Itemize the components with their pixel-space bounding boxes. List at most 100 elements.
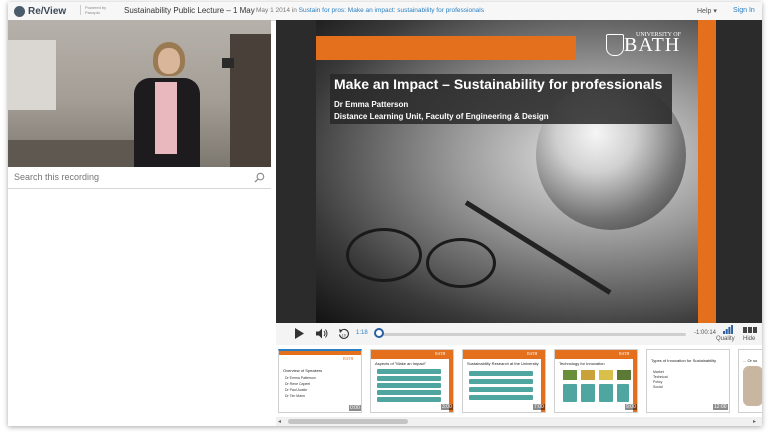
hide-thumbnails-icon[interactable]: [743, 327, 757, 333]
thumb-title: Types of Innovation for Sustainability: [651, 358, 717, 363]
viewer-window: Re/View Powered by Panopto Sustainabilit…: [8, 2, 762, 426]
thumb-line: Dr Paul Austin: [285, 388, 308, 392]
thumb-title: Sustainability Research at the Universit…: [467, 361, 539, 366]
scroll-right-icon[interactable]: ▸: [753, 418, 756, 425]
main-video-area[interactable]: UNIVERSITY OF BATH Make an Impact – Sust…: [276, 20, 762, 323]
background-door: [230, 34, 271, 167]
slide-thumbnail[interactable]: BATH Technology for Innovation 9:00: [554, 349, 638, 413]
hide-label[interactable]: Hide: [743, 336, 755, 342]
thumb-title: Aspects of "Make an Impact": [375, 361, 427, 366]
rewind-10-icon[interactable]: 10: [338, 328, 350, 340]
slide-thumbnail[interactable]: BATH Overview of Speakers Dr Emma Patter…: [278, 349, 362, 413]
slide-orange-band: [316, 36, 576, 60]
review-logo-icon: [14, 5, 25, 17]
slide-title: Make an Impact – Sustainability for prof…: [334, 76, 663, 92]
quality-label[interactable]: Quality: [716, 336, 735, 342]
folder-link[interactable]: Sustain for pros: Make an impact: sustai…: [299, 7, 484, 14]
background-screen: [8, 40, 56, 110]
thumb-logo: BATH: [343, 356, 354, 361]
slide-thumbnail[interactable]: BATH Aspects of "Make an Impact" 3:00: [370, 349, 454, 413]
thumb-time: 0:00: [349, 405, 361, 411]
thumb-title: ... Or so: [743, 358, 758, 363]
thumb-title: Technology for Innovation: [559, 361, 605, 366]
slide-display: UNIVERSITY OF BATH Make an Impact – Sust…: [316, 20, 716, 323]
thumb-line: Social: [653, 385, 663, 389]
volume-icon[interactable]: [316, 328, 328, 339]
thumb-line: Dr Tim Mann: [285, 394, 306, 398]
session-title: Sustainability Public Lecture – 1 May: [124, 6, 255, 15]
search-bar: [8, 167, 271, 189]
thumbnail-scrollbar[interactable]: ◂ ▸: [276, 417, 762, 426]
glasses-image-right: [426, 238, 496, 288]
slide-author: Dr Emma Patterson: [334, 100, 409, 109]
thumb-photo: [581, 370, 595, 380]
thumb-bar: [469, 371, 533, 376]
thumb-bar: [377, 390, 441, 395]
search-input[interactable]: [14, 170, 244, 184]
timeline-handle[interactable]: [374, 328, 384, 338]
thumb-logo: BATH: [619, 351, 630, 356]
thumb-logo: BATH: [435, 351, 446, 356]
university-crest-icon: [606, 34, 624, 56]
thumb-line: Policy: [653, 380, 663, 384]
powered-by-panopto: Powered by Panopto: [80, 5, 115, 15]
thumb-line: Dr Emma Patterson: [285, 376, 316, 380]
thumb-bar: [377, 383, 441, 388]
thumb-line: Market: [653, 370, 664, 374]
current-time: 1:18: [356, 330, 368, 336]
thumb-bar: [469, 395, 533, 400]
thumb-bar: [617, 384, 629, 402]
slide-orange-stripe: [698, 20, 716, 323]
playback-controls: 10 1:18 -1:00:14 Quality Hide: [276, 323, 762, 346]
university-logo: BATH: [624, 34, 681, 56]
scroll-left-icon[interactable]: ◂: [278, 418, 281, 425]
thumb-title: Overview of Speakers: [283, 368, 323, 373]
thumb-bar: [469, 387, 533, 392]
play-icon[interactable]: [294, 328, 304, 339]
timeline-track[interactable]: [380, 333, 686, 336]
lectern: [8, 140, 138, 167]
thumb-photo: [599, 370, 613, 380]
thumb-header: [279, 351, 361, 355]
thumb-logo: BATH: [527, 351, 538, 356]
thumb-bar: [377, 397, 441, 402]
svg-text:10: 10: [342, 333, 347, 338]
thumb-bar: [469, 379, 533, 384]
review-logo[interactable]: Re/View: [14, 5, 66, 17]
thumb-bar: [377, 376, 441, 381]
sign-in-link[interactable]: Sign In: [733, 7, 755, 14]
search-icon[interactable]: [254, 172, 265, 183]
glasses-image-left: [346, 228, 422, 282]
slide-thumbnail-strip: BATH Overview of Speakers Dr Emma Patter…: [276, 345, 762, 417]
thumb-time: 7:00: [533, 404, 545, 410]
thumb-line: Technical: [653, 375, 668, 379]
presenter-video[interactable]: [8, 20, 271, 167]
slide-thumbnail[interactable]: Types of Innovation for Sustainability M…: [646, 349, 730, 413]
thumb-line: Dr Rene Capeel: [285, 382, 311, 386]
presenter-face: [158, 48, 180, 74]
thumb-photo: [743, 366, 762, 406]
review-logo-text: Re/View: [28, 5, 67, 17]
thumb-photo: [617, 370, 631, 380]
session-date: May 1 2014: [256, 7, 290, 14]
remaining-time: -1:00:14: [694, 330, 717, 336]
help-menu[interactable]: Help ▾: [697, 7, 717, 15]
slide-thumbnail[interactable]: BATH Sustainability Research at the Univ…: [462, 349, 546, 413]
wall-sign: [222, 58, 234, 68]
in-label: in: [291, 7, 297, 14]
thumb-time: 3:00: [441, 404, 453, 410]
slide-thumbnail[interactable]: ... Or so: [738, 349, 762, 413]
session-meta: May 1 2014 in Sustain for pros: Make an …: [256, 7, 484, 14]
thumb-bar: [377, 369, 441, 374]
presenter-shirt: [155, 82, 177, 154]
thumb-time: 12:00: [713, 404, 728, 410]
scrollbar-thumb[interactable]: [288, 419, 408, 424]
thumb-bar: [581, 384, 595, 402]
quality-icon[interactable]: [723, 325, 733, 334]
top-bar: Re/View Powered by Panopto Sustainabilit…: [8, 2, 762, 21]
slide-unit: Distance Learning Unit, Faculty of Engin…: [334, 112, 549, 121]
thumb-bar: [563, 384, 577, 402]
thumb-time: 9:00: [625, 404, 637, 410]
thumb-bar: [599, 384, 613, 402]
thumb-photo: [563, 370, 577, 380]
